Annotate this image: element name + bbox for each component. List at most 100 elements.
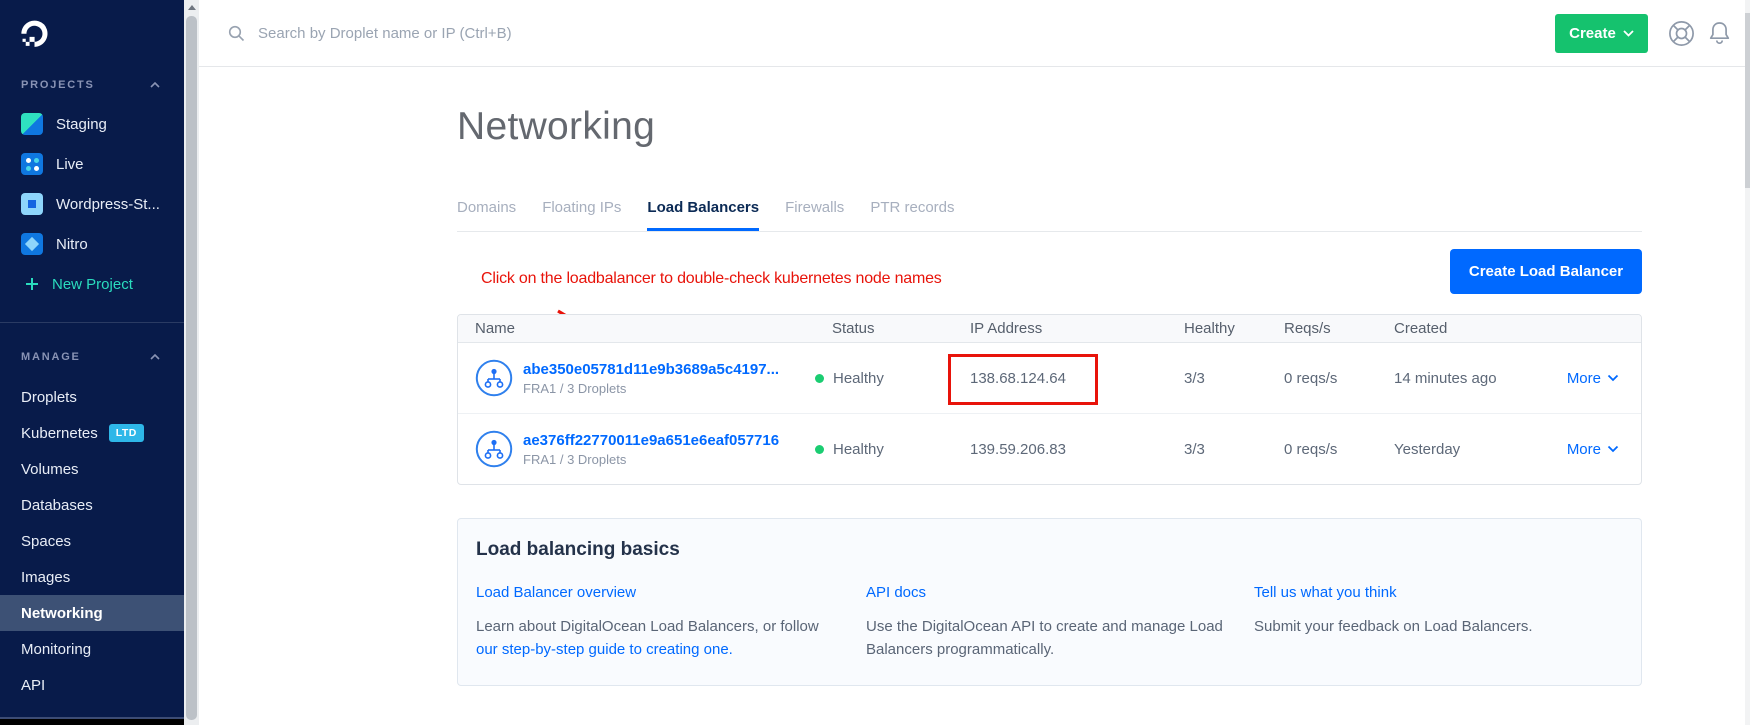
load-balancer-subtitle: FRA1 / 3 Droplets xyxy=(523,452,779,467)
main-area: Create xyxy=(199,0,1750,725)
step-by-step-guide-link[interactable]: our step-by-step guide to creating one. xyxy=(476,641,733,658)
page-title: Networking xyxy=(457,105,1642,149)
sidebar-item-label: Images xyxy=(21,569,70,586)
basics-title: Load balancing basics xyxy=(476,539,1623,561)
page-scrollbar[interactable] xyxy=(1745,0,1750,725)
sidebar-item-label: Databases xyxy=(21,497,93,514)
created-cell: 14 minutes ago xyxy=(1394,370,1566,387)
page-scrollbar-thumb[interactable] xyxy=(1745,13,1750,188)
sidebar-item-nitro[interactable]: Nitro xyxy=(0,224,184,264)
sidebar-item-staging[interactable]: Staging xyxy=(0,104,184,144)
scrollbar-thumb[interactable] xyxy=(186,16,197,720)
help-lifebuoy-button[interactable] xyxy=(1667,19,1696,48)
sidebar-bottom-strip xyxy=(0,717,184,725)
table-row[interactable]: ae376ff22770011e9a651e6eaf057716 FRA1 / … xyxy=(458,414,1641,484)
chevron-down-icon xyxy=(1607,445,1619,453)
tab-load-balancers[interactable]: Load Balancers xyxy=(647,199,759,231)
created-cell: Yesterday xyxy=(1394,441,1566,458)
topbar-actions: Create xyxy=(1555,14,1733,53)
sidebar-item-label: API xyxy=(21,677,45,694)
search-input[interactable] xyxy=(256,24,690,43)
sidebar-item-label: Nitro xyxy=(56,236,88,253)
healthy-count-cell: 3/3 xyxy=(1184,441,1284,458)
chevron-down-icon xyxy=(1607,374,1619,382)
tab-floating-ips[interactable]: Floating IPs xyxy=(542,199,621,231)
sidebar-item-wordpress[interactable]: Wordpress-St... xyxy=(0,184,184,224)
sidebar-item-droplets[interactable]: Droplets xyxy=(0,379,184,415)
bell-icon xyxy=(1706,19,1733,48)
status-cell: Healthy xyxy=(815,370,970,387)
chevron-up-icon[interactable] xyxy=(150,82,160,88)
search-icon xyxy=(228,25,245,42)
plus-icon xyxy=(25,277,39,291)
more-label: More xyxy=(1567,441,1601,458)
load-balancing-basics-panel: Load balancing basics Load Balancer over… xyxy=(457,518,1642,686)
basics-column-api: API docs Use the DigitalOcean API to cre… xyxy=(866,584,1254,661)
project-staging-icon xyxy=(21,113,43,135)
basics-column-feedback: Tell us what you think Submit your feedb… xyxy=(1254,584,1623,661)
status-cell: Healthy xyxy=(815,441,970,458)
column-header-ip: IP Address xyxy=(970,320,1184,337)
sidebar-item-volumes[interactable]: Volumes xyxy=(0,451,184,487)
reqs-cell: 0 reqs/s xyxy=(1284,370,1394,387)
tab-domains[interactable]: Domains xyxy=(457,199,516,231)
new-project-button[interactable]: New Project xyxy=(0,264,184,304)
manage-list: Droplets Kubernetes LTD Volumes Database… xyxy=(0,379,184,703)
healthy-status-dot-icon xyxy=(815,374,824,383)
column-header-status: Status xyxy=(832,320,970,337)
chevron-up-icon[interactable] xyxy=(150,354,160,360)
sidebar-item-networking[interactable]: Networking xyxy=(0,595,184,631)
sidebar-divider xyxy=(0,322,184,323)
column-header-name: Name xyxy=(475,320,832,337)
sidebar-item-label: Staging xyxy=(56,116,107,133)
more-menu-button[interactable]: More xyxy=(1566,370,1641,387)
digitalocean-logo-icon[interactable] xyxy=(18,18,51,51)
create-load-balancer-button[interactable]: Create Load Balancer xyxy=(1450,249,1642,294)
search-bar[interactable] xyxy=(228,24,1555,43)
sidebar-item-databases[interactable]: Databases xyxy=(0,487,184,523)
load-balancer-subtitle: FRA1 / 3 Droplets xyxy=(523,381,779,396)
load-balancer-name-link[interactable]: abe350e05781d11e9b3689a5c4197... xyxy=(523,361,779,378)
sidebar-item-api[interactable]: API xyxy=(0,667,184,703)
table-row[interactable]: abe350e05781d11e9b3689a5c4197... FRA1 / … xyxy=(458,343,1641,414)
sidebar-item-label: Monitoring xyxy=(21,641,91,658)
basics-grid: Load Balancer overview Learn about Digit… xyxy=(476,584,1623,661)
create-button[interactable]: Create xyxy=(1555,14,1648,53)
sidebar-item-spaces[interactable]: Spaces xyxy=(0,523,184,559)
page-content: Networking Domains Floating IPs Load Bal… xyxy=(457,105,1642,686)
sidebar-item-images[interactable]: Images xyxy=(0,559,184,595)
tab-bar: Domains Floating IPs Load Balancers Fire… xyxy=(457,199,1642,232)
projects-section-header: PROJECTS xyxy=(0,78,184,92)
annotation-text: Click on the loadbalancer to double-chec… xyxy=(481,270,942,288)
column-header-healthy: Healthy xyxy=(1184,320,1284,337)
notifications-button[interactable] xyxy=(1706,19,1733,48)
more-label: More xyxy=(1567,370,1601,387)
chevron-down-icon xyxy=(1623,30,1634,37)
sidebar-item-kubernetes[interactable]: Kubernetes LTD xyxy=(0,415,184,451)
sidebar-item-label: Spaces xyxy=(21,533,71,550)
load-balancer-name-link[interactable]: ae376ff22770011e9a651e6eaf057716 xyxy=(523,432,779,449)
action-row: Click on the loadbalancer to double-chec… xyxy=(457,249,1642,294)
sidebar-item-label: Networking xyxy=(21,605,103,622)
column-header-reqs: Reqs/s xyxy=(1284,320,1394,337)
feedback-link[interactable]: Tell us what you think xyxy=(1254,584,1397,601)
scrollbar-up-arrow-icon[interactable] xyxy=(188,5,196,10)
tab-firewalls[interactable]: Firewalls xyxy=(785,199,844,231)
sidebar-item-label: Droplets xyxy=(21,389,77,406)
project-live-icon xyxy=(21,153,43,175)
sidebar-item-label: Volumes xyxy=(21,461,79,478)
sidebar-item-live[interactable]: Live xyxy=(0,144,184,184)
sidebar-item-monitoring[interactable]: Monitoring xyxy=(0,631,184,667)
create-button-label: Create xyxy=(1569,25,1616,42)
sidebar-scrollbar[interactable] xyxy=(184,0,199,725)
load-balancer-icon xyxy=(475,430,513,468)
ltd-badge: LTD xyxy=(109,424,144,442)
load-balancers-section: Click on the loadbalancer to double-chec… xyxy=(457,249,1642,686)
projects-list: Staging Live Wordpress-St... Nitro New P… xyxy=(0,104,184,304)
more-menu-button[interactable]: More xyxy=(1566,441,1641,458)
load-balancer-overview-link[interactable]: Load Balancer overview xyxy=(476,584,636,601)
sidebar-item-label: Wordpress-St... xyxy=(56,196,160,213)
api-docs-link[interactable]: API docs xyxy=(866,584,926,601)
tab-ptr-records[interactable]: PTR records xyxy=(870,199,954,231)
load-balancer-icon xyxy=(475,359,513,397)
